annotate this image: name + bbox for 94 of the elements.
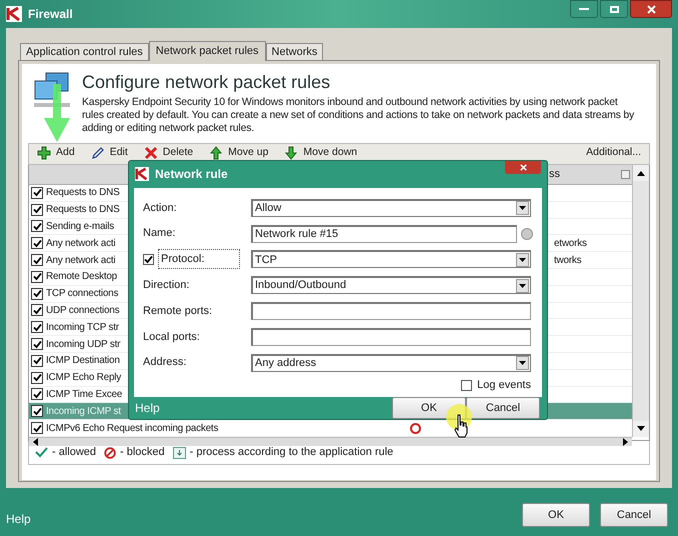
arrow-annotation: [44, 84, 70, 142]
protocol-checkbox[interactable]: [143, 254, 154, 265]
column-settings-icon: [621, 170, 630, 179]
row-checkbox[interactable]: [31, 288, 43, 300]
field-label: Local ports:: [143, 330, 200, 344]
blocked-icon: [104, 446, 116, 458]
app-logo-icon: [135, 167, 149, 182]
dialog-title: Network rule: [155, 166, 228, 184]
row-checkbox[interactable]: [31, 270, 43, 283]
row-checkbox[interactable]: [31, 405, 43, 418]
ok-button[interactable]: OK: [522, 503, 590, 527]
legend-label: - process according to the application rule: [190, 445, 394, 460]
row-checkbox[interactable]: [31, 237, 43, 250]
scroll-right-icon: [623, 438, 628, 446]
tab[interactable]: Application control rules: [20, 43, 149, 60]
toolbar-button[interactable]: Delete: [144, 144, 194, 160]
row-checkbox[interactable]: [31, 338, 43, 350]
additional-button[interactable]: Additional...: [586, 144, 641, 160]
rule-name: Any network acti: [46, 236, 116, 251]
toolbar-button[interactable]: Move up: [209, 144, 268, 160]
row-checkbox[interactable]: [31, 254, 43, 266]
tab[interactable]: Network packet rules: [148, 41, 266, 61]
log-events-label: Log events: [477, 378, 531, 394]
rule-name: Requests to DNS: [46, 186, 120, 200]
dropdown[interactable]: Any address: [251, 354, 531, 372]
table-cell-text: tworks: [554, 254, 582, 268]
tab[interactable]: Networks: [266, 43, 324, 60]
vertical-scrollbar[interactable]: [632, 165, 649, 437]
section-description: Kaspersky Endpoint Security 10 for Windows monitors inbound and outbound network activities by using network packet rules created by default. You can create a new set of conditions and actions to take on network packets and data streams by adding or editing network packet rules.: [82, 96, 636, 135]
rule-name: Incoming TCP str: [46, 320, 119, 335]
rule-name: ICMP Destination: [46, 354, 120, 368]
row-checkbox[interactable]: [31, 304, 43, 316]
maximize-button[interactable]: [600, 0, 628, 18]
cancel-button[interactable]: Cancel: [600, 503, 668, 527]
row-checkbox[interactable]: [31, 422, 43, 434]
field-label: Direction:: [143, 278, 190, 293]
close-icon: [646, 4, 656, 14]
column-header: ss: [549, 167, 560, 182]
info-icon: [521, 228, 533, 240]
field-label: Protocol:: [158, 249, 240, 270]
rule-name: Requests to DNS: [46, 203, 120, 218]
table-cell-text: etworks: [554, 236, 587, 251]
cancel-button[interactable]: Cancel: [466, 397, 540, 419]
dropdown[interactable]: Inbound/Outbound: [251, 276, 531, 294]
down-arrow-icon: [284, 146, 298, 160]
legend-label: - blocked: [120, 445, 165, 460]
check-icon: [35, 447, 48, 458]
cross-icon: [144, 146, 158, 160]
legend-label: - allowed: [52, 445, 96, 460]
close-button[interactable]: [505, 161, 541, 174]
window-title: Firewall: [28, 6, 73, 23]
scroll-down-icon: [637, 426, 645, 432]
up-arrow-icon: [209, 146, 224, 160]
row-checkbox[interactable]: [31, 321, 43, 334]
dropdown[interactable]: Allow: [251, 198, 531, 217]
field-label: Address:: [143, 355, 186, 370]
field-label: Action:: [143, 200, 177, 216]
rule-name: Incoming UDP str: [46, 338, 120, 352]
rule-name: UDP connections: [46, 304, 120, 318]
rule-name: Any network acti: [46, 254, 116, 268]
input-field[interactable]: [251, 302, 531, 320]
section-title: Configure network packet rules: [82, 71, 332, 93]
row-checkbox[interactable]: [31, 372, 43, 384]
scroll-left-icon: [33, 438, 38, 446]
rule-name: TCP connections: [46, 287, 118, 302]
row-checkbox[interactable]: [31, 186, 43, 199]
rule-name: Incoming ICMP st: [46, 404, 121, 419]
log-events-checkbox[interactable]: [461, 380, 472, 392]
rule-name: Remote Desktop: [46, 270, 117, 284]
minimize-button[interactable]: [570, 0, 598, 18]
row-checkbox[interactable]: [31, 220, 43, 232]
scroll-up-icon: [637, 170, 645, 176]
toolbar-button[interactable]: Add: [37, 144, 75, 160]
row-checkbox[interactable]: [31, 388, 43, 400]
row-checkbox[interactable]: [31, 204, 43, 216]
rule-name: ICMP Echo Reply: [46, 371, 121, 386]
close-button[interactable]: [630, 0, 672, 18]
help-link[interactable]: Help: [6, 510, 31, 528]
input-field[interactable]: [251, 328, 531, 346]
app-logo-icon: [6, 6, 22, 22]
close-icon: [520, 164, 526, 171]
rule-name: ICMPv6 Echo Request incoming packets: [46, 422, 218, 436]
field-label: Remote ports:: [143, 304, 212, 319]
input-field[interactable]: Network rule #15: [251, 224, 517, 243]
rule-name: Sending e-mails: [46, 220, 114, 234]
rule-name: ICMP Time Excee: [46, 388, 122, 402]
hand-cursor-icon: [454, 414, 468, 438]
row-checkbox[interactable]: [31, 354, 43, 367]
toolbar-button[interactable]: Move down: [284, 144, 358, 160]
plus-icon: [37, 146, 51, 160]
pencil-icon: [90, 146, 105, 160]
field-label: Name:: [143, 226, 176, 242]
dropdown[interactable]: TCP: [251, 250, 531, 268]
toolbar-button[interactable]: Edit: [90, 144, 128, 160]
